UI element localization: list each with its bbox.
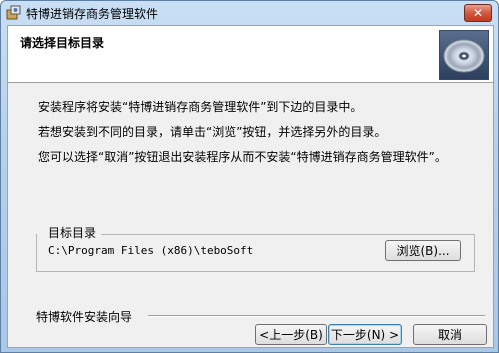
- window-title: 特博进销存商务管理软件: [26, 7, 159, 21]
- next-button-label: 下一步(N) >: [330, 328, 400, 342]
- intro-line-1: 安装程序将安装“特博进销存商务管理软件”到下边的目录中。: [38, 100, 363, 114]
- destination-group-label: 目标目录: [46, 224, 99, 241]
- browse-button-label: 浏览(B)...: [396, 244, 450, 258]
- cancel-button-label: 取消: [437, 328, 462, 342]
- back-button-label: <上一步(B): [259, 328, 323, 342]
- destination-path: C:\Program Files (x86)\teboSoft: [48, 244, 254, 257]
- close-button[interactable]: ✕: [464, 4, 492, 22]
- footer-divider: [148, 315, 485, 317]
- intro-line-3: 您可以选择“取消”按钮退出安装程序从而不安装“特博进销存商务管理软件”。: [38, 150, 447, 164]
- close-icon: ✕: [472, 6, 484, 20]
- back-button[interactable]: <上一步(B): [255, 324, 327, 345]
- cancel-button[interactable]: 取消: [413, 324, 487, 345]
- title-bar[interactable]: 特博进销存商务管理软件 ✕: [1, 1, 498, 25]
- intro-line-2: 若想安装到不同的目录，请单击“浏览”按钮，并选择另外的目录。: [38, 125, 387, 139]
- installer-icon: [6, 5, 22, 21]
- installer-window: 特博进销存商务管理软件 ✕ 请选择目标目录 安装程序将安装“特博进销存商务管理软…: [0, 0, 499, 353]
- disc-icon: [439, 30, 489, 80]
- wizard-brand-label: 特博软件安装向导: [36, 310, 133, 324]
- wizard-header: 请选择目标目录: [8, 26, 493, 83]
- wizard-panel: 请选择目标目录 安装程序将安装“特博进销存商务管理软件”到下边的目录中。 若想安…: [7, 25, 494, 348]
- browse-button[interactable]: 浏览(B)...: [385, 240, 461, 261]
- next-button[interactable]: 下一步(N) >: [328, 324, 402, 345]
- page-title: 请选择目标目录: [20, 36, 105, 50]
